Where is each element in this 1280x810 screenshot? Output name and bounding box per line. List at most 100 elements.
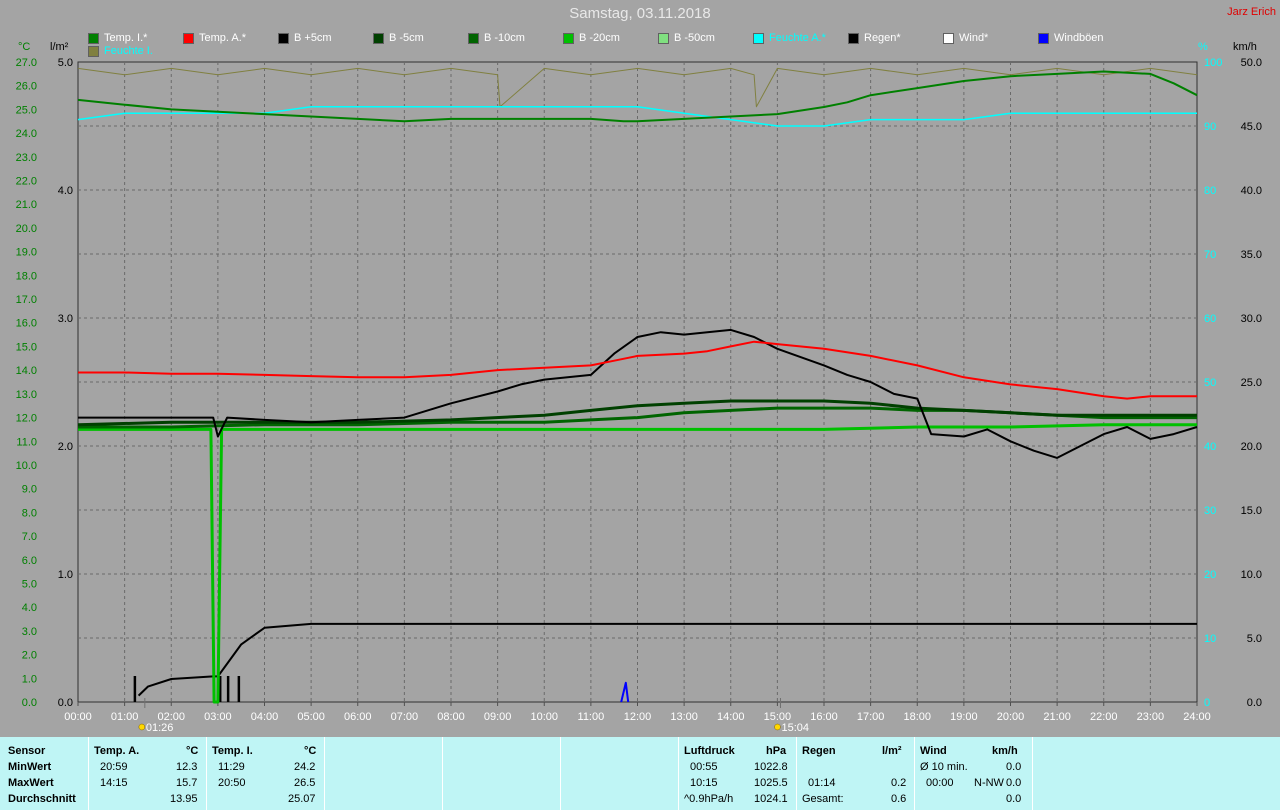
y-temp-tick-label: 25.0 [16,104,37,116]
x-tick-label: 10:00 [530,711,558,723]
sun-icon [774,723,781,731]
y-temp-tick-label: 17.0 [16,294,37,306]
y-temp-tick-label: 13.0 [16,389,37,401]
temp-i-min-val: 24.2 [294,761,316,773]
legend-item: B +5cm [278,32,332,44]
minwert-label: MinWert [8,761,52,773]
weather-chart: 00:00 01:00 02:00 03:00 04:00 05:00 06:00 07:00… [16,41,1262,734]
legend-swatch [563,32,574,44]
y-humidity-tick-label: 70 [1204,249,1216,261]
y-wind-tick-label: 40.0 [1241,185,1262,197]
pressure-trend-label: ^0.9hPa/h [684,793,734,805]
x-tick-label: 12:00 [624,711,652,723]
x-tick-label: 23:00 [1137,711,1165,723]
sun-marker-label: 01:26 [146,722,174,734]
x-tick-label: 03:00 [204,711,232,723]
legend-label: Windböen [1054,32,1104,44]
chart-legend: Temp. I.* Temp. A.* B +5cm B -5cm B -10cm B -… [0,30,1280,60]
y-rain-tick-label: 0.0 [58,697,73,709]
y-temp-tick-label: 15.0 [16,341,37,353]
y-temp-tick-label: 20.0 [16,223,37,235]
x-tick-label: 14:00 [717,711,745,723]
x-tick-label: 06:00 [344,711,372,723]
legend-item: B -10cm [468,32,525,44]
pressure-unit: hPa [766,745,787,757]
y-temp-tick-label: 11.0 [16,436,37,448]
legend-item: Feuchte A.* [753,32,826,44]
legend-item: B -20cm [563,32,620,44]
y-temp-tick-label: 7.0 [22,531,37,543]
y-humidity-tick-label: 90 [1204,121,1216,133]
legend-swatch [468,32,479,44]
y-wind-tick-label: 25.0 [1241,377,1262,389]
y-humidity-tick-label: 80 [1204,185,1216,197]
rain-header: Regen [802,745,836,757]
x-tick-label: 21:00 [1043,711,1071,723]
y-temp-tick-label: 4.0 [22,602,37,614]
pressure-trend-val: 1024.1 [754,793,788,805]
y-temp-tick-label: 22.0 [16,176,37,188]
legend-swatch [943,32,954,44]
legend-item: Regen* [848,32,901,44]
x-tick-label: 04:00 [251,711,279,723]
y-temp-tick-label: 12.0 [16,413,37,425]
legend-item: Temp. A.* [183,32,246,44]
y-temp-tick-label: 21.0 [16,199,37,211]
y-temp-tick-label: 16.0 [16,318,37,330]
y-wind-tick-label: 0.0 [1247,697,1262,709]
temp-a-min-time: 20:59 [100,761,128,773]
y-humidity-tick-label: 30 [1204,505,1216,517]
rain-total-label: Gesamt: [802,793,844,805]
legend-item: Temp. I.* [88,32,147,44]
temp-i-max-time: 20:50 [218,777,246,789]
legend-swatch [183,32,194,44]
y-temp-tick-label: 8.0 [22,507,37,519]
rain-r2-val: 0.2 [891,777,907,789]
y-temp-tick-label: 1.0 [22,673,37,685]
y-wind-tick-label: 30.0 [1241,313,1262,325]
x-tick-label: 18:00 [903,711,931,723]
legend-label: Temp. I.* [104,32,148,44]
pressure-header: Luftdruck [684,745,735,757]
legend-label: Temp. A.* [199,32,247,44]
y-rain-tick-label: 2.0 [58,441,73,453]
x-tick-label: 16:00 [810,711,838,723]
y-temp-tick-label: 5.0 [22,578,37,590]
chart-grid [77,61,1198,703]
temp-a-max-val: 15.7 [176,777,198,789]
pressure-min-time: 00:55 [690,761,718,773]
y-wind-tick-label: 5.0 [1247,633,1262,645]
temp-i-header: Temp. I. [212,745,253,757]
sun-icon [138,723,146,731]
x-tick-label: 20:00 [997,711,1025,723]
x-tick-label: 13:00 [670,711,698,723]
y-temp-tick-label: 23.0 [16,152,37,164]
legend-label: Regen* [864,32,901,44]
pressure-min-val: 1022.8 [754,761,788,773]
temp-a-avg-val: 13.95 [170,793,198,805]
x-tick-label: 11:00 [578,711,605,723]
legend-label: B -50cm [674,32,715,44]
legend-swatch [88,32,99,44]
stats-table: Sensor MinWert MaxWert Durchschnitt Temp… [0,737,1280,810]
y-humidity-tick-label: 50 [1204,377,1216,389]
author-label: Jarz Erich [1227,6,1276,18]
legend-swatch [848,32,859,44]
legend-swatch [278,32,289,44]
wind-header: Wind [920,745,947,757]
wind-r2-dir: N-NW [974,777,1004,789]
legend-label: B -10cm [484,32,525,44]
y-wind-tick-label: 15.0 [1241,505,1262,517]
rain-total-val: 0.6 [891,793,907,805]
temp-a-unit: °C [186,745,199,757]
y-humidity-tick-label: 20 [1204,569,1216,581]
legend-swatch [658,32,669,44]
y-humidity-tick-label: 0 [1204,697,1210,709]
x-tick-label: 00:00 [64,711,92,723]
wind-r3-val: 0.0 [1006,793,1022,805]
y-rain-tick-label: 3.0 [58,313,73,325]
wind-r2-val: 0.0 [1006,777,1022,789]
legend-item: B -5cm [373,32,424,44]
legend-item: Feuchte I. [88,45,153,57]
wind-avg-label: Ø 10 min. [920,761,968,773]
